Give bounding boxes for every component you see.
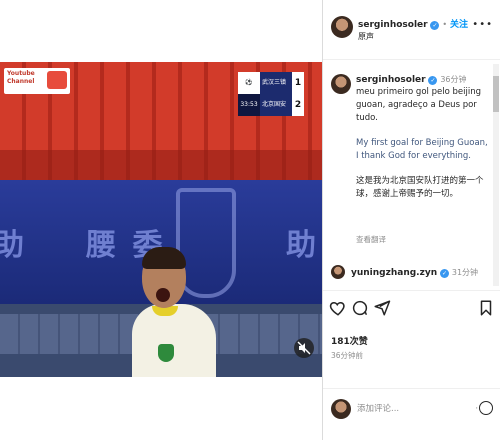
scrollbar-thumb[interactable] (493, 76, 499, 112)
post-sidebar: serginhosoler ✓ • 关注 原声 ••• serginhosole… (322, 0, 500, 440)
bookmark-icon[interactable] (475, 299, 497, 321)
caption-text-pt: meu primeiro gol pelo beijing guoan, agr… (356, 87, 481, 123)
comment-avatar[interactable] (331, 265, 345, 279)
author-avatar[interactable] (331, 16, 353, 38)
shirt-crest (158, 344, 174, 362)
comment-header: yuningzhang.zyn ✓ 31分钟 (351, 267, 478, 278)
team2-name: 北京国安 (260, 94, 292, 116)
caption-header: serginhosoler ✓ 36分钟 (356, 74, 467, 85)
comments-section: serginhosoler ✓ 36分钟 meu primeiro gol pe… (323, 62, 500, 288)
comment-username[interactable]: yuningzhang.zyn (351, 268, 437, 278)
mute-toggle-icon[interactable] (294, 338, 314, 358)
player-shirt (132, 304, 216, 377)
verified-badge-icon: ✓ (440, 269, 449, 278)
more-dots-icon[interactable]: ••• (472, 19, 493, 30)
comments-scrollbar[interactable] (493, 64, 499, 286)
emoji-picker-icon[interactable] (479, 401, 493, 415)
caption-text: meu primeiro gol pelo beijing guoan, agr… (356, 86, 492, 213)
see-translation-link[interactable]: 查看翻译 (356, 234, 386, 245)
caption-username[interactable]: serginhosoler (356, 75, 426, 85)
match-clock: 33:53 (238, 94, 260, 116)
header-separator: • (442, 20, 448, 29)
add-comment-bar: ⋅⋅ (323, 388, 500, 440)
caption-avatar[interactable] (331, 74, 351, 94)
channel-badge: Youtube Channel (4, 68, 70, 94)
caption-time[interactable]: 36分钟 (440, 75, 466, 84)
post-header: serginhosoler ✓ • 关注 原声 ••• (323, 0, 500, 60)
board-text-left: 助 (0, 228, 27, 263)
caption-text-zh: 这是我为北京国安队打进的第一个球，感谢上帝赐予的一切。 (356, 176, 484, 199)
viewer-avatar (331, 399, 351, 419)
follow-button[interactable]: 关注 (450, 20, 468, 30)
scoreboard: ⚽ 武汉三镇 1 33:53 北京国安 2 (238, 72, 304, 116)
likes-count[interactable]: 181次赞 (331, 334, 368, 347)
team1-score: 1 (292, 72, 304, 94)
channel-logo-icon (47, 71, 67, 89)
heart-icon[interactable] (327, 299, 349, 321)
player-hair (142, 247, 186, 269)
verified-badge-icon: ✓ (430, 21, 440, 30)
author-line: serginhosoler ✓ • 关注 (358, 17, 468, 30)
team2-score: 2 (292, 94, 304, 116)
caption-text-en: My first goal for Beijing Guoan, I thank… (356, 138, 488, 161)
player-figure (122, 247, 232, 377)
comment-icon[interactable] (349, 299, 371, 321)
add-comment-input[interactable] (357, 399, 457, 419)
audio-label[interactable]: 原声 (358, 31, 374, 42)
media-panel: 助 腰 委 助 Youtube Channel ⚽ 武汉三镇 1 33:53 北… (0, 0, 322, 440)
player-mouth (156, 288, 170, 302)
action-bar (323, 290, 500, 330)
team1-name: 武汉三镇 (260, 72, 292, 94)
posted-time[interactable]: 36分钟前 (331, 350, 363, 361)
verified-badge-icon: ✓ (428, 76, 438, 85)
author-username[interactable]: serginhosoler (358, 20, 428, 30)
share-icon[interactable] (371, 299, 393, 321)
comment-time[interactable]: 31分钟 (452, 268, 478, 277)
stands-shade (0, 150, 322, 180)
league-logo-icon: ⚽ (238, 72, 260, 94)
board-text-right: 助 (286, 228, 319, 263)
